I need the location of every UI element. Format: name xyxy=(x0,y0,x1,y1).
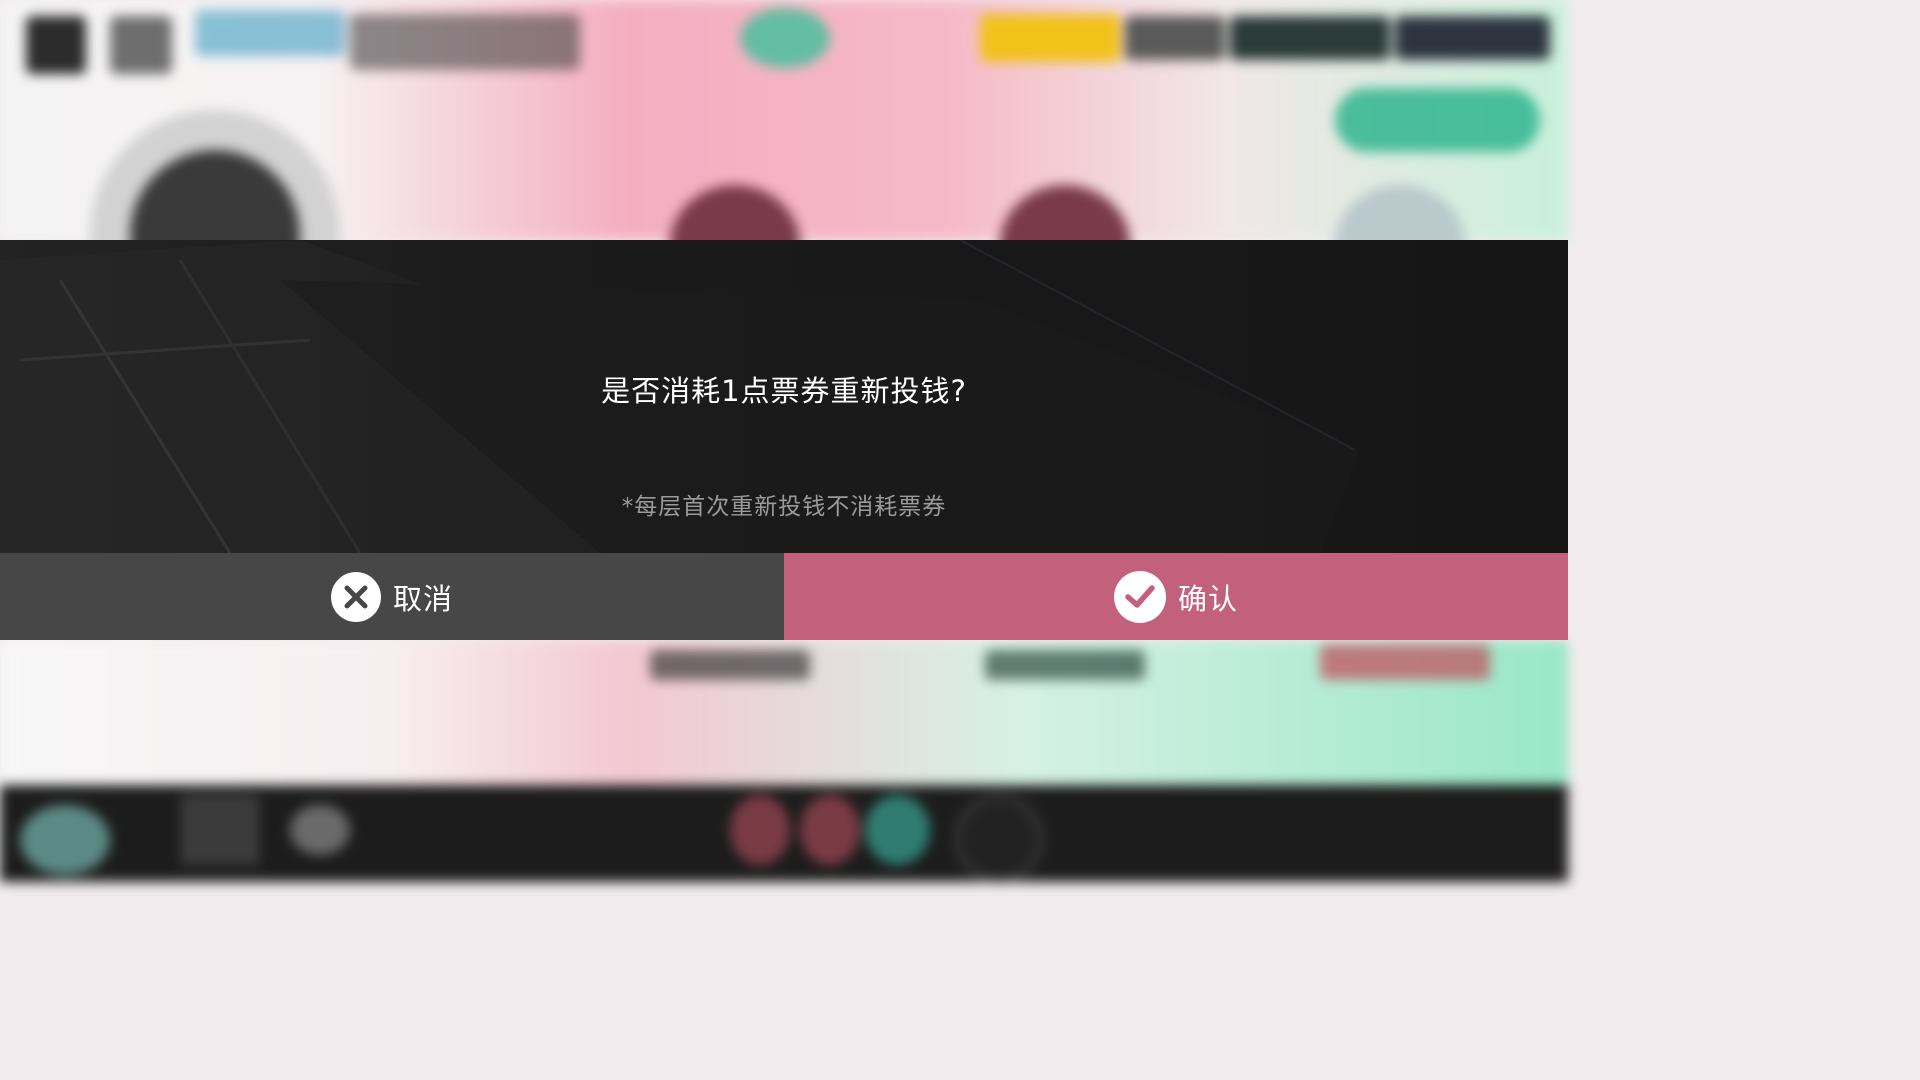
currency-gold-value-blurred xyxy=(1125,16,1225,60)
item-icon-blurred xyxy=(290,805,350,855)
item-slot-blurred xyxy=(180,795,260,865)
cancel-button-label: 取消 xyxy=(392,581,453,616)
cancel-button[interactable]: 取消 xyxy=(0,553,784,640)
slot-2-base-blurred xyxy=(985,650,1145,680)
currency-green-blurred xyxy=(1230,16,1390,60)
dialog-message: 是否消耗1点票券重新投钱? xyxy=(601,374,967,408)
background-bottom-bar xyxy=(0,785,1568,883)
slot-3-base-blurred xyxy=(1320,644,1490,680)
back-button-blurred xyxy=(26,16,86,74)
background-bottom-area xyxy=(0,640,1568,790)
center-emblem-blurred xyxy=(740,8,830,68)
currency-gold-blurred xyxy=(980,14,1120,62)
confirm-button-label: 确认 xyxy=(1177,581,1238,616)
token-1-blurred xyxy=(730,795,790,865)
character-avatar-blurred xyxy=(20,805,110,875)
title-text-blurred xyxy=(350,14,580,70)
token-3-blurred xyxy=(865,795,930,865)
check-circle-icon xyxy=(1113,570,1166,623)
background-top-area xyxy=(0,0,1568,360)
token-4-blurred xyxy=(955,795,1043,883)
slot-1-base-blurred xyxy=(650,650,810,680)
action-button-blurred xyxy=(1335,88,1540,152)
confirm-button[interactable]: 确认 xyxy=(784,553,1568,640)
currency-blue-blurred xyxy=(1395,16,1550,60)
home-button-blurred xyxy=(110,16,172,74)
dialog-note: *每层首次重新投钱不消耗票券 xyxy=(621,494,947,520)
title-badge-blurred xyxy=(195,10,345,56)
token-2-blurred xyxy=(800,795,860,865)
close-circle-icon xyxy=(330,571,381,622)
confirm-dialog: 是否消耗1点票券重新投钱? *每层首次重新投钱不消耗票券 xyxy=(0,240,1568,553)
